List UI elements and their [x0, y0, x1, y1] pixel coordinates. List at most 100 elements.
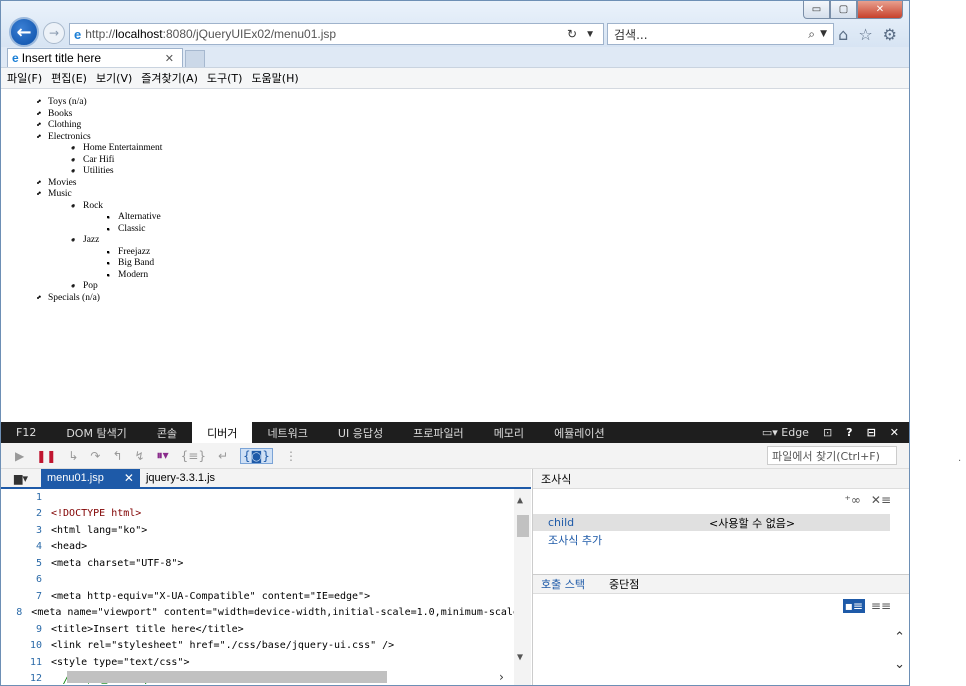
- list-item[interactable]: Specials (n/a): [38, 293, 909, 305]
- code-line: 8 <meta name="viewport" content="width=de…: [1, 605, 531, 622]
- folder-icon[interactable]: ▆▾: [1, 469, 41, 487]
- list-item[interactable]: Freejazz: [107, 247, 909, 259]
- back-button[interactable]: ←: [9, 17, 39, 47]
- menu-help[interactable]: 도움말(H): [251, 70, 298, 86]
- line-number: 6: [35, 574, 42, 586]
- star-icon[interactable]: ☆: [858, 25, 872, 44]
- address-host: localhost: [115, 27, 163, 41]
- horizontal-scrollbar[interactable]: [67, 671, 387, 683]
- search-icon[interactable]: ⌕: [808, 27, 815, 42]
- chevron-down-icon[interactable]: ▼: [820, 29, 827, 39]
- chevron-up-icon[interactable]: ⌃: [894, 630, 905, 645]
- close-button[interactable]: ✕: [857, 1, 903, 19]
- just-my-code-icon[interactable]: {◙}: [240, 447, 273, 464]
- refresh-icon[interactable]: ↻: [567, 27, 577, 41]
- list-item[interactable]: Alternative: [107, 212, 909, 224]
- menu-tools[interactable]: 도구(T): [207, 70, 243, 86]
- list-item[interactable]: Classic: [107, 224, 909, 236]
- tab-ui-responsiveness[interactable]: UI 응답성: [323, 422, 398, 443]
- address-bar[interactable]: e http://localhost:8080/jQueryUIEx02/men…: [69, 23, 604, 45]
- chevron-right-icon[interactable]: ›: [498, 670, 505, 684]
- watch-header: 조사식: [533, 469, 909, 489]
- forward-button[interactable]: →: [43, 22, 65, 44]
- add-watch-link[interactable]: 조사식 추가: [548, 532, 602, 548]
- vertical-scrollbar[interactable]: ▲ ▼: [514, 489, 531, 685]
- undock-icon[interactable]: ⊟: [867, 426, 876, 439]
- step-out-icon[interactable]: ↰: [112, 449, 122, 463]
- maximize-button[interactable]: ▢: [830, 1, 857, 19]
- menu-edit[interactable]: 편집(E): [51, 70, 87, 86]
- ie-logo-icon: e: [74, 26, 82, 42]
- list-item[interactable]: Modern: [107, 270, 909, 282]
- chevron-down-icon[interactable]: ▼: [517, 652, 523, 663]
- chevron-up-icon[interactable]: ▲: [517, 495, 523, 506]
- list-item[interactable]: Car Hifi: [72, 155, 909, 167]
- menu-view[interactable]: 보기(V): [96, 70, 132, 86]
- pretty-print-icon[interactable]: {≡}: [181, 449, 206, 463]
- help-icon[interactable]: ?: [846, 426, 852, 439]
- watch-row[interactable]: child <사용할 수 없음>: [533, 514, 890, 531]
- show-frames-icon[interactable]: ▪≡: [842, 599, 865, 613]
- gear-icon[interactable]: ⚙: [883, 25, 897, 44]
- menu-file[interactable]: 파일(F): [7, 70, 42, 86]
- tab-network[interactable]: 네트워크: [252, 422, 322, 443]
- continue-icon[interactable]: ▶: [15, 449, 24, 463]
- browser-tab[interactable]: e Insert title here ✕: [7, 48, 183, 67]
- close-icon[interactable]: ✕: [124, 471, 134, 485]
- tab-f12[interactable]: F12: [1, 422, 51, 443]
- list-item[interactable]: Utilities: [72, 166, 909, 178]
- new-tab-button[interactable]: [185, 50, 205, 67]
- code-line: 4 <head>: [1, 539, 531, 556]
- async-frames-icon[interactable]: ≡≡: [871, 599, 891, 613]
- file-tab-label: menu01.jsp: [47, 472, 104, 484]
- tab-emulation[interactable]: 에뮬레이션: [539, 422, 620, 443]
- tab-callstack[interactable]: 호출 스택: [541, 576, 585, 592]
- break-on-new-worker-icon[interactable]: ↯: [135, 449, 145, 463]
- list-item[interactable]: Music Rock Alternative Classic Jazz Free…: [38, 189, 909, 293]
- tab-profiler[interactable]: 프로파일러: [398, 422, 479, 443]
- devtools-tabs: F12 DOM 탐색기 콘솔 디버거 네트워크 UI 응답성 프로파일러 메모리…: [1, 422, 909, 443]
- list-item[interactable]: Toys (n/a): [38, 97, 909, 109]
- tab-debugger[interactable]: 디버거: [192, 422, 253, 443]
- code-editor[interactable]: 1 2 <!DOCTYPE html> 3 <html lang="ko"> 4 <h…: [1, 489, 531, 685]
- list-item[interactable]: Jazz Freejazz Big Band Modern: [72, 235, 909, 282]
- list-item[interactable]: Books: [38, 109, 909, 121]
- list-item[interactable]: Home Entertainment: [72, 143, 909, 155]
- tab-console[interactable]: 콘솔: [142, 422, 192, 443]
- minimize-button[interactable]: ▭: [803, 1, 830, 19]
- breakpoint-toggle-icon[interactable]: ⋮: [285, 449, 297, 463]
- file-tab-jquery[interactable]: jquery-3.3.1.js: [140, 469, 221, 487]
- chevron-down-icon[interactable]: ⌄: [894, 657, 905, 672]
- chevron-down-icon[interactable]: ▼: [585, 29, 595, 40]
- pause-icon[interactable]: ❚❚: [36, 449, 56, 463]
- break-on-exception-icon[interactable]: ⏸▾: [157, 448, 169, 463]
- list-item[interactable]: Rock Alternative Classic: [72, 201, 909, 236]
- close-icon[interactable]: ✕: [890, 426, 899, 439]
- list-item[interactable]: Pop: [72, 281, 909, 293]
- add-watch-icon[interactable]: ⁺∞: [845, 493, 861, 507]
- line-number: 12: [29, 673, 42, 685]
- code-line: 11 <style type="text/css">: [1, 654, 531, 671]
- list-item[interactable]: Big Band: [107, 258, 909, 270]
- file-tab-label: jquery-3.3.1.js: [145, 472, 216, 484]
- word-wrap-icon[interactable]: ↵: [218, 449, 228, 463]
- tab-dom-explorer[interactable]: DOM 탐색기: [51, 422, 141, 443]
- tab-breakpoints[interactable]: 중단점: [609, 576, 639, 592]
- mode-selector[interactable]: ▭▾ Edge: [762, 426, 809, 439]
- search-box[interactable]: 검색... ⌕ ▼: [607, 23, 834, 45]
- step-into-icon[interactable]: ↳: [68, 449, 78, 463]
- step-over-icon[interactable]: ↷: [90, 449, 100, 463]
- menu-favorites[interactable]: 즐겨찾기(A): [141, 70, 198, 86]
- close-icon[interactable]: ✕: [165, 52, 174, 65]
- menu-tree: Toys (n/a) Books Clothing Electronics Ho…: [38, 97, 909, 305]
- file-tab-menu01[interactable]: menu01.jsp ✕: [41, 469, 140, 487]
- list-item[interactable]: Electronics Home Entertainment Car Hifi …: [38, 132, 909, 178]
- home-icon[interactable]: ⌂: [838, 25, 848, 44]
- scrollbar-thumb[interactable]: [517, 515, 529, 537]
- tab-memory[interactable]: 메모리: [479, 422, 539, 443]
- list-item[interactable]: Movies: [38, 178, 909, 190]
- console-icon[interactable]: ⊡: [823, 426, 832, 439]
- find-in-files-input[interactable]: 파일에서 찾기(Ctrl+F): [767, 446, 897, 465]
- list-item[interactable]: Clothing: [38, 120, 909, 132]
- delete-watch-icon[interactable]: ✕≡: [871, 493, 891, 507]
